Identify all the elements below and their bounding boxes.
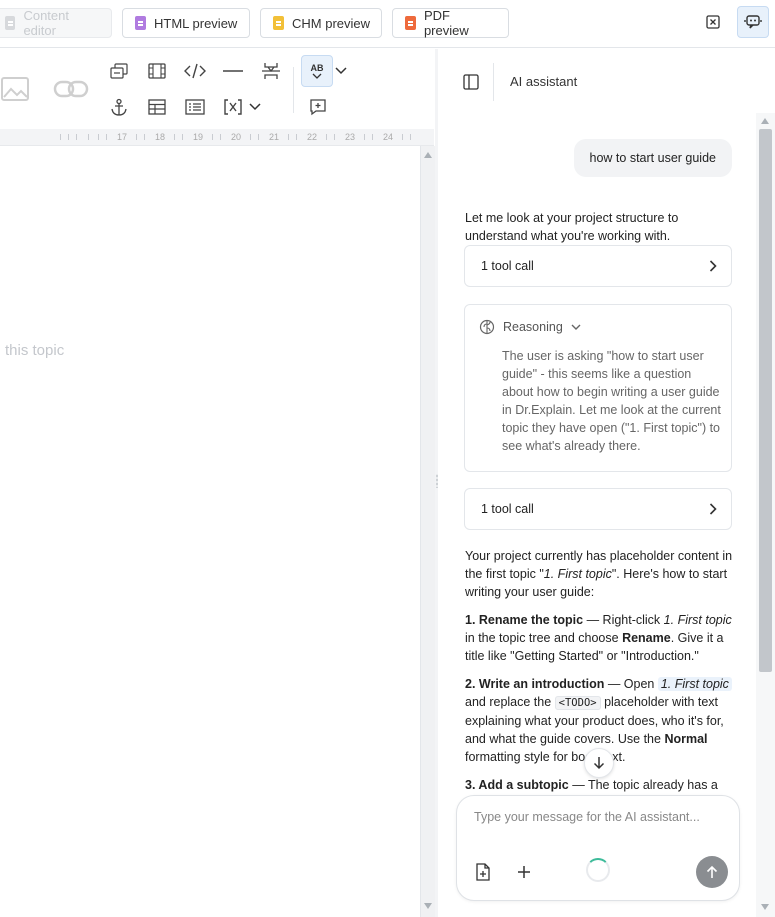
loading-spinner-icon [586, 858, 610, 882]
tab-content-editor[interactable]: Content editor [0, 8, 112, 38]
message-composer [456, 795, 740, 901]
app-root: Content editor HTML preview CHM preview … [0, 0, 775, 917]
tab-label: HTML preview [154, 15, 238, 31]
toolbar-divider [293, 67, 294, 113]
scroll-down-icon[interactable] [761, 904, 769, 910]
attach-file-button[interactable] [470, 859, 496, 885]
user-message: how to start user guide [573, 139, 732, 177]
ai-panel-title: AI assistant [510, 74, 578, 89]
variable-icon[interactable] [220, 94, 246, 120]
image-icon[interactable] [0, 74, 30, 104]
reasoning-card[interactable]: Reasoning The user is asking "how to sta… [464, 304, 732, 472]
spellcheck-icon: AB [310, 63, 324, 73]
content-editor: AB 17 18 19 20 21 22 23 24 this topic [0, 49, 437, 917]
chat-scrollbar[interactable] [756, 113, 775, 917]
scroll-up-icon[interactable] [761, 118, 769, 124]
scrollbar-thumb[interactable] [759, 129, 772, 672]
tab-label: PDF preview [423, 8, 469, 38]
answer-step-3: 3. Add a subtopic — The topic already ha… [465, 778, 718, 792]
reasoning-text: The user is asking "how to start user gu… [502, 349, 721, 453]
multilink-icon[interactable] [106, 58, 132, 84]
document-text: this topic [5, 342, 65, 359]
chevron-right-icon [709, 503, 717, 515]
page-break-icon[interactable] [258, 58, 284, 84]
scroll-down-icon[interactable] [424, 903, 432, 909]
assistant-intro: Let me look at your project structure to… [465, 211, 679, 243]
document-page[interactable]: this topic [0, 146, 420, 917]
message-input[interactable] [474, 810, 724, 824]
spellcheck-dropdown-button[interactable] [334, 58, 348, 84]
send-button[interactable] [696, 856, 728, 888]
close-preview-button[interactable] [699, 8, 727, 36]
plus-icon [518, 866, 530, 878]
inline-code: <TODO> [554, 696, 601, 710]
edit-doc-icon [5, 16, 16, 30]
horizontal-ruler: 17 18 19 20 21 22 23 24 [0, 129, 434, 146]
reasoning-header[interactable]: Reasoning [479, 319, 581, 335]
ai-assistant-panel: AI assistant how to start user guide Let… [438, 49, 775, 917]
ai-assistant-toggle-button[interactable] [737, 6, 769, 38]
anchor-icon[interactable] [106, 94, 132, 120]
toc-list-icon[interactable] [182, 94, 208, 120]
chevron-down-icon [571, 324, 581, 330]
top-tab-bar: Content editor HTML preview CHM preview … [0, 0, 775, 48]
add-button[interactable] [511, 859, 537, 885]
arrow-up-icon [706, 865, 718, 878]
scroll-to-bottom-button[interactable] [584, 748, 614, 778]
tab-chm-preview[interactable]: CHM preview [260, 8, 382, 38]
tab-html-preview[interactable]: HTML preview [122, 8, 250, 38]
tool-call-card[interactable]: 1 tool call [464, 488, 732, 530]
table-icon[interactable] [144, 94, 170, 120]
variable-dropdown-button[interactable] [248, 94, 262, 120]
horizontal-line-icon[interactable] [220, 58, 246, 84]
chat-bot-icon [744, 15, 762, 29]
spellcheck-button[interactable]: AB [301, 55, 333, 87]
code-icon[interactable] [182, 58, 208, 84]
close-box-icon [706, 15, 720, 29]
tool-call-card[interactable]: 1 tool call [464, 245, 732, 287]
pdf-doc-icon [405, 16, 416, 30]
add-comment-icon[interactable] [305, 94, 331, 120]
chevron-down-icon [335, 67, 347, 75]
answer-step-1: 1. Rename the topic — Right-click 1. Fir… [465, 613, 732, 663]
answer-paragraph: Your project currently has placeholder c… [465, 549, 733, 599]
scroll-up-icon[interactable] [424, 152, 432, 158]
arrow-down-icon [593, 757, 605, 770]
editor-scrollbar[interactable] [420, 146, 435, 917]
video-icon[interactable] [144, 58, 170, 84]
tab-pdf-preview[interactable]: PDF preview [392, 8, 509, 38]
chevron-down-icon [249, 103, 261, 111]
tool-call-label: 1 tool call [481, 502, 534, 516]
header-divider [493, 63, 494, 101]
file-add-icon [476, 863, 490, 881]
sidebar-toggle-icon[interactable] [463, 74, 479, 95]
reasoning-label: Reasoning [503, 320, 563, 334]
chm-doc-icon [273, 16, 284, 30]
tab-label: Content editor [23, 8, 69, 38]
brain-icon [479, 319, 495, 335]
topic-link[interactable]: 1. First topic [657, 677, 732, 691]
chat-transcript: how to start user guide Let me look at y… [438, 113, 757, 793]
html-doc-icon [135, 16, 146, 30]
chevron-right-icon [709, 260, 717, 272]
link-icon[interactable] [52, 74, 90, 104]
ai-panel-header: AI assistant [438, 49, 775, 113]
tool-call-label: 1 tool call [481, 259, 534, 273]
tab-label: CHM preview [292, 15, 371, 31]
